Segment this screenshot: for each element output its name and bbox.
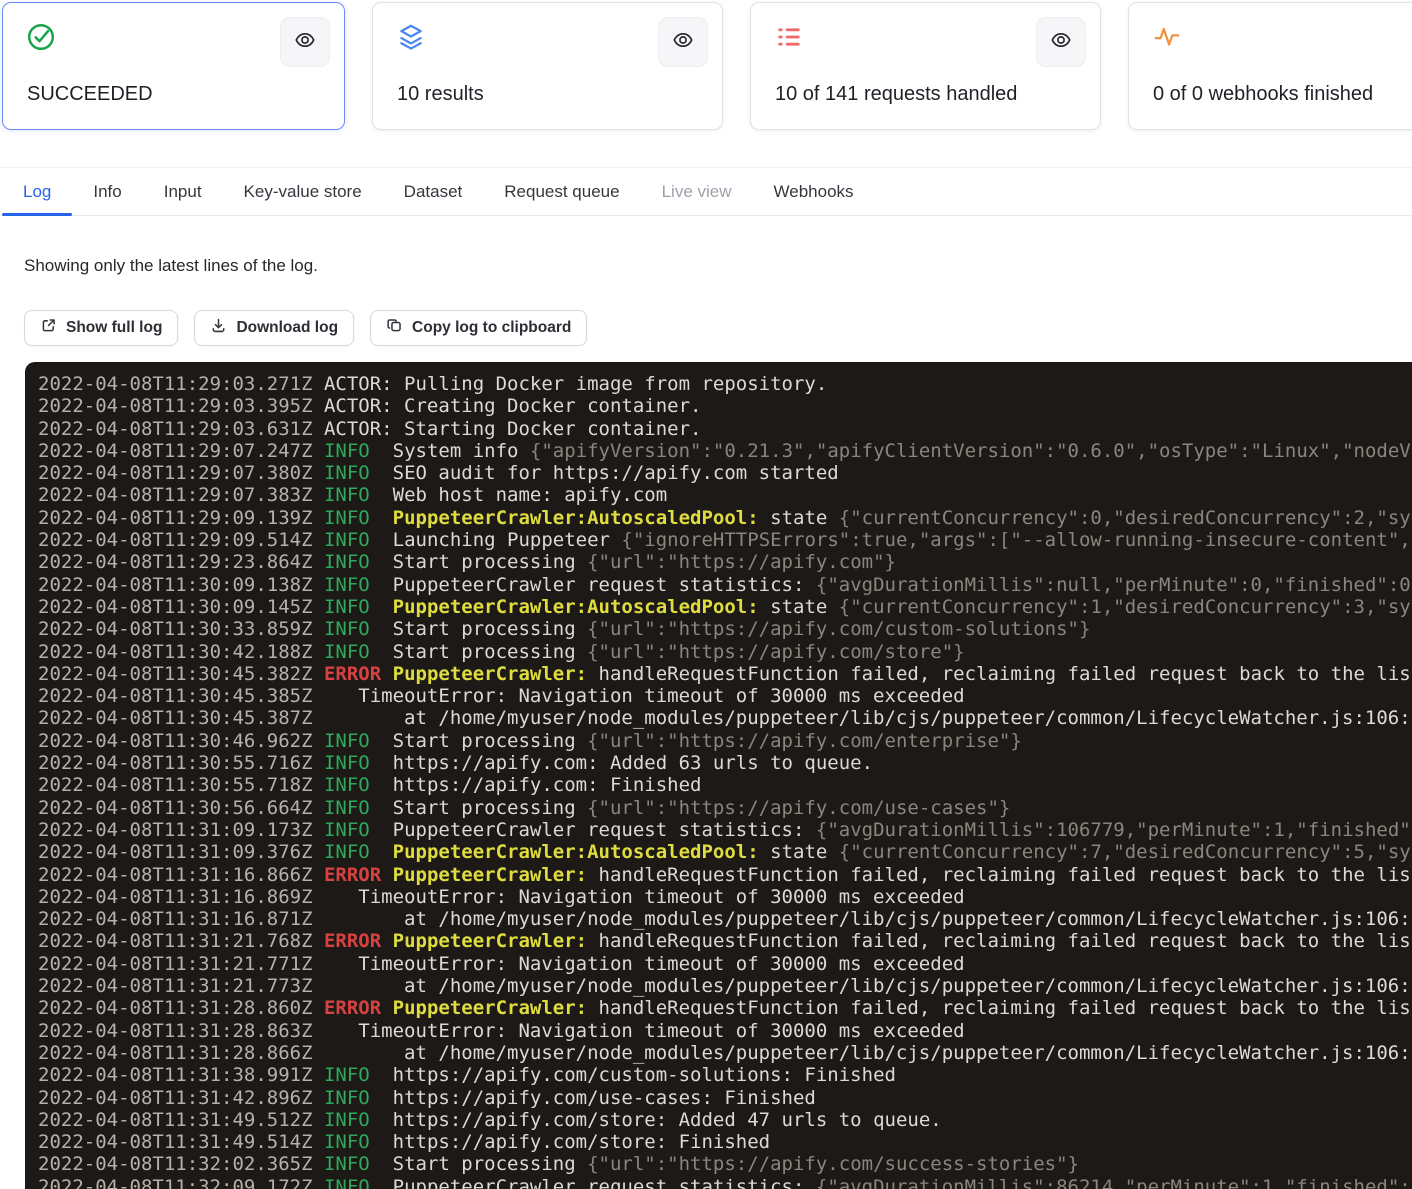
tab-live-view[interactable]: Live view xyxy=(641,168,753,215)
log-line: 2022-04-08T11:30:56.664Z INFO Start proc… xyxy=(38,797,1412,819)
log-line: 2022-04-08T11:31:49.512Z INFO https://ap… xyxy=(38,1109,1412,1131)
tab-request-queue[interactable]: Request queue xyxy=(483,168,640,215)
copy-icon xyxy=(386,317,403,339)
run-status-label: SUCCEEDED xyxy=(27,83,153,106)
log-line: 2022-04-08T11:31:21.773Z at /home/myuser… xyxy=(38,975,1412,997)
tab-webhooks[interactable]: Webhooks xyxy=(753,168,875,215)
download-log-label: Download log xyxy=(236,319,338,337)
status-card-results: 10 results xyxy=(372,2,723,130)
run-detail-page: SUCCEEDED 10 results xyxy=(0,0,1412,1189)
log-line: 2022-04-08T11:31:16.871Z at /home/myuser… xyxy=(38,908,1412,930)
log-line: 2022-04-08T11:30:45.385Z TimeoutError: N… xyxy=(38,685,1412,707)
log-line: 2022-04-08T11:30:09.145Z INFO PuppeteerC… xyxy=(38,596,1412,618)
status-card-requests: 10 of 141 requests handled xyxy=(750,2,1101,130)
log-line: 2022-04-08T11:29:23.864Z INFO Start proc… xyxy=(38,551,1412,573)
eye-icon xyxy=(294,29,316,56)
external-link-icon xyxy=(40,317,57,339)
list-icon xyxy=(774,22,804,52)
log-line: 2022-04-08T11:29:03.271Z ACTOR: Pulling … xyxy=(38,373,1412,395)
run-tabs: LogInfoInputKey-value storeDatasetReques… xyxy=(0,167,1412,216)
view-results-button[interactable] xyxy=(658,17,708,67)
log-line: 2022-04-08T11:29:03.631Z ACTOR: Starting… xyxy=(38,418,1412,440)
log-notice-text: Showing only the latest lines of the log… xyxy=(24,256,318,276)
tab-key-value-store[interactable]: Key-value store xyxy=(223,168,383,215)
tab-input[interactable]: Input xyxy=(143,168,223,215)
webhooks-count-label: 0 of 0 webhooks finished xyxy=(1153,83,1373,106)
log-line: 2022-04-08T11:31:21.768Z ERROR Puppeteer… xyxy=(38,930,1412,952)
log-line: 2022-04-08T11:30:42.188Z INFO Start proc… xyxy=(38,641,1412,663)
log-line: 2022-04-08T11:29:03.395Z ACTOR: Creating… xyxy=(38,395,1412,417)
results-count-label: 10 results xyxy=(397,83,484,106)
layers-icon xyxy=(396,22,426,52)
check-circle-icon xyxy=(26,22,56,52)
download-icon xyxy=(210,317,227,339)
log-line: 2022-04-08T11:31:28.863Z TimeoutError: N… xyxy=(38,1020,1412,1042)
log-line: 2022-04-08T11:30:33.859Z INFO Start proc… xyxy=(38,618,1412,640)
log-line: 2022-04-08T11:31:28.866Z at /home/myuser… xyxy=(38,1042,1412,1064)
log-line: 2022-04-08T11:31:16.869Z TimeoutError: N… xyxy=(38,886,1412,908)
log-line: 2022-04-08T11:30:46.962Z INFO Start proc… xyxy=(38,730,1412,752)
tab-info[interactable]: Info xyxy=(72,168,142,215)
log-line: 2022-04-08T11:32:02.365Z INFO Start proc… xyxy=(38,1153,1412,1175)
log-line: 2022-04-08T11:31:38.991Z INFO https://ap… xyxy=(38,1064,1412,1086)
eye-icon xyxy=(1050,29,1072,56)
eye-icon xyxy=(672,29,694,56)
copy-log-label: Copy log to clipboard xyxy=(412,319,571,337)
log-terminal[interactable]: 2022-04-08T11:29:03.271Z ACTOR: Pulling … xyxy=(25,362,1412,1189)
log-line: 2022-04-08T11:29:07.380Z INFO SEO audit … xyxy=(38,462,1412,484)
log-line: 2022-04-08T11:30:55.716Z INFO https://ap… xyxy=(38,752,1412,774)
log-line: 2022-04-08T11:31:21.771Z TimeoutError: N… xyxy=(38,953,1412,975)
status-card-succeeded: SUCCEEDED xyxy=(2,2,345,130)
log-line: 2022-04-08T11:30:45.382Z ERROR Puppeteer… xyxy=(38,663,1412,685)
show-full-log-button[interactable]: Show full log xyxy=(24,310,178,346)
log-actions-row: Show full log Download log Copy log to c… xyxy=(24,310,587,346)
log-line: 2022-04-08T11:29:09.514Z INFO Launching … xyxy=(38,529,1412,551)
log-line: 2022-04-08T11:31:16.866Z ERROR Puppeteer… xyxy=(38,864,1412,886)
show-full-log-label: Show full log xyxy=(66,319,162,337)
log-line: 2022-04-08T11:30:45.387Z at /home/myuser… xyxy=(38,707,1412,729)
log-line: 2022-04-08T11:29:09.139Z INFO PuppeteerC… xyxy=(38,507,1412,529)
tab-log[interactable]: Log xyxy=(2,168,72,215)
log-line: 2022-04-08T11:31:09.376Z INFO PuppeteerC… xyxy=(38,841,1412,863)
copy-log-button[interactable]: Copy log to clipboard xyxy=(370,310,587,346)
log-line: 2022-04-08T11:29:07.247Z INFO System inf… xyxy=(38,440,1412,462)
log-line: 2022-04-08T11:29:07.383Z INFO Web host n… xyxy=(38,484,1412,506)
view-status-button[interactable] xyxy=(280,17,330,67)
tab-dataset[interactable]: Dataset xyxy=(383,168,484,215)
status-cards-row: SUCCEEDED 10 results xyxy=(2,2,1412,130)
log-line: 2022-04-08T11:30:55.718Z INFO https://ap… xyxy=(38,774,1412,796)
pulse-icon xyxy=(1152,22,1182,52)
download-log-button[interactable]: Download log xyxy=(194,310,354,346)
log-line: 2022-04-08T11:31:49.514Z INFO https://ap… xyxy=(38,1131,1412,1153)
requests-count-label: 10 of 141 requests handled xyxy=(775,83,1017,106)
log-line: 2022-04-08T11:31:28.860Z ERROR Puppeteer… xyxy=(38,997,1412,1019)
status-card-webhooks: 0 of 0 webhooks finished xyxy=(1128,2,1412,130)
log-line: 2022-04-08T11:30:09.138Z INFO PuppeteerC… xyxy=(38,574,1412,596)
log-line: 2022-04-08T11:31:42.896Z INFO https://ap… xyxy=(38,1087,1412,1109)
log-line: 2022-04-08T11:32:09.172Z INFO PuppeteerC… xyxy=(38,1176,1412,1189)
log-line: 2022-04-08T11:31:09.173Z INFO PuppeteerC… xyxy=(38,819,1412,841)
view-requests-button[interactable] xyxy=(1036,17,1086,67)
